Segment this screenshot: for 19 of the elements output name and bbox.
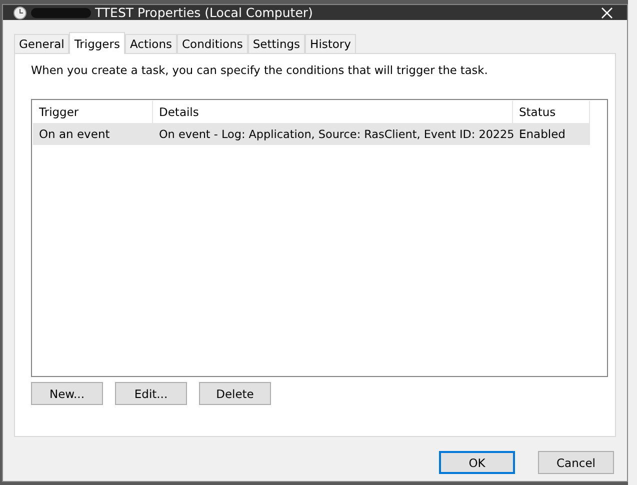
action-button[interactable]: Edit... — [115, 382, 187, 405]
tab[interactable]: Settings — [248, 34, 306, 53]
tab[interactable]: General — [14, 34, 70, 53]
redaction-scribble — [31, 8, 91, 18]
table-cell-text: Enabled — [518, 127, 566, 141]
tab[interactable]: History — [305, 34, 356, 53]
action-button[interactable]: New... — [31, 382, 103, 405]
table-row[interactable]: On an event On event - Log: Application, Source: RasClient, Event ID: 20225 Enabled — [33, 123, 590, 145]
action-button[interactable]: Delete — [199, 382, 271, 405]
tab[interactable]: Conditions — [177, 34, 248, 53]
table-cell-text: On an event — [38, 127, 111, 141]
description-text: When you create a task, you can specify the conditions that will trigger the task. — [31, 64, 489, 77]
close-icon[interactable] — [601, 6, 613, 18]
table-cell-text: On event - Log: Application, Source: RasClient, Event ID: 20225 — [158, 128, 513, 140]
dialog-button[interactable]: OK — [439, 451, 515, 474]
dialog-button[interactable]: Cancel — [538, 451, 614, 474]
tab[interactable]: Actions — [124, 34, 177, 53]
tab[interactable]: Triggers — [69, 32, 125, 54]
window-title: TTEST Properties (Local Computer) — [95, 5, 314, 20]
